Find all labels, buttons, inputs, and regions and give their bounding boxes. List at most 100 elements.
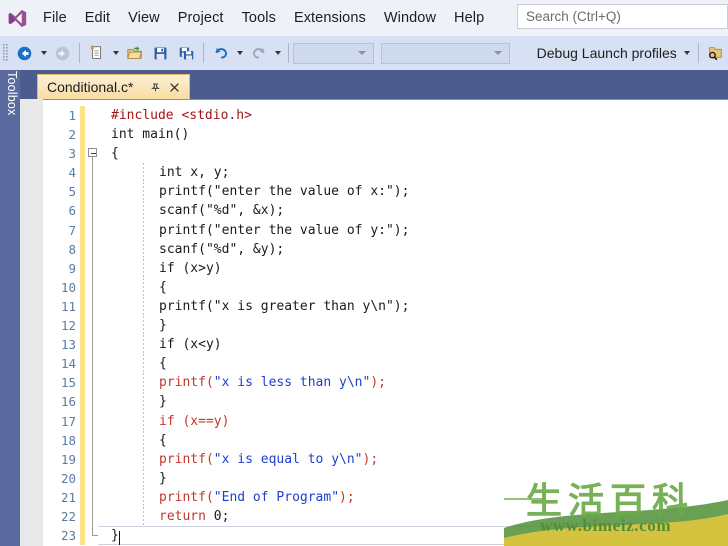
code-line[interactable]: 2 int main()	[43, 125, 728, 145]
fold-column[interactable]	[85, 258, 103, 278]
close-icon[interactable]	[165, 77, 183, 97]
menu-item-tools[interactable]: Tools	[233, 6, 285, 30]
code-text[interactable]: printf("x is less than y\n");	[103, 373, 728, 392]
code-line[interactable]: 4 int x, y;	[43, 163, 728, 183]
code-line[interactable]: 11 printf("x is greater than y\n");	[43, 296, 728, 317]
code-line[interactable]: 1 #include <stdio.h>	[43, 106, 728, 126]
fold-column[interactable]	[85, 430, 103, 450]
fold-column[interactable]	[85, 526, 103, 545]
solution-configuration-dropdown[interactable]	[293, 42, 374, 64]
code-line[interactable]: 3{	[43, 144, 728, 177]
menu-item-extensions[interactable]: Extensions	[285, 6, 375, 30]
fold-column[interactable]	[85, 239, 103, 259]
fold-column[interactable]	[85, 201, 103, 221]
drag-grip-icon[interactable]	[0, 36, 12, 70]
code-text[interactable]: if (x>y)	[103, 259, 728, 278]
code-line[interactable]: 19 printf("x is equal to y\n");	[43, 449, 728, 469]
code-line[interactable]: 14 {	[43, 354, 728, 374]
code-text[interactable]: int x, y;	[103, 163, 728, 182]
save-icon[interactable]	[148, 40, 173, 66]
code-text[interactable]: printf("x is equal to y\n");	[103, 450, 728, 469]
code-line[interactable]: 16}	[43, 392, 728, 412]
toolbox-label[interactable]: Toolbox	[5, 71, 19, 127]
open-file-icon[interactable]	[123, 40, 148, 66]
code-lines-container[interactable]: 1 #include <stdio.h> 2 int main() 3{4 int x, …	[43, 106, 728, 546]
menu-item-project[interactable]: Project	[169, 6, 233, 30]
code-line[interactable]: 12}	[43, 316, 728, 336]
code-text[interactable]: {	[103, 278, 728, 297]
menu-item-window[interactable]: Window	[375, 6, 445, 30]
code-text[interactable]: {	[103, 431, 728, 450]
code-text[interactable]: }	[103, 526, 728, 545]
find-in-folder-icon[interactable]	[702, 40, 727, 66]
redo-icon[interactable]	[246, 40, 271, 66]
fold-column[interactable]	[85, 316, 103, 336]
collapse-region-icon[interactable]	[88, 148, 97, 158]
code-editor[interactable]: 1 #include <stdio.h> 2 int main() 3{4 int x, …	[43, 99, 728, 546]
debug-target-label[interactable]: Debug Launch profiles	[528, 45, 681, 61]
fold-column[interactable]	[85, 487, 103, 507]
navigate-back-dropdown-icon[interactable]	[37, 40, 50, 66]
fold-column[interactable]	[85, 506, 103, 527]
code-line[interactable]: 23}	[43, 526, 728, 546]
document-tab-conditional-c[interactable]: Conditional.c*	[37, 74, 191, 99]
fold-column[interactable]	[85, 125, 103, 144]
code-text[interactable]: }	[103, 316, 728, 335]
code-text[interactable]: if (x<y)	[103, 335, 728, 354]
code-text[interactable]: printf("enter the value of x:");	[103, 182, 728, 201]
code-line[interactable]: 17 if (x==y)	[43, 411, 728, 431]
fold-column[interactable]	[85, 277, 103, 297]
code-line[interactable]: 7 printf("enter the value of y:");	[43, 220, 728, 240]
new-item-icon[interactable]	[84, 40, 109, 66]
code-line[interactable]: 5 printf("enter the value of x:");	[43, 182, 728, 202]
code-line[interactable]: 22 return 0;	[43, 506, 728, 527]
code-line[interactable]: 18 {	[43, 430, 728, 450]
code-text[interactable]: }	[103, 392, 728, 411]
code-text[interactable]: if (x==y)	[103, 412, 728, 431]
code-text[interactable]: printf("enter the value of y:");	[103, 221, 728, 240]
code-line[interactable]: 6 scanf("%d", &x);	[43, 201, 728, 221]
undo-icon[interactable]	[208, 40, 233, 66]
undo-dropdown-icon[interactable]	[233, 40, 246, 66]
menu-item-file[interactable]: File	[34, 6, 76, 30]
fold-column[interactable]	[85, 392, 103, 412]
fold-column[interactable]	[85, 182, 103, 202]
code-text[interactable]: scanf("%d", &y);	[103, 240, 728, 259]
navigate-forward-icon[interactable]	[50, 40, 75, 66]
menu-item-edit[interactable]: Edit	[76, 6, 119, 30]
fold-column[interactable]	[85, 106, 103, 125]
save-all-icon[interactable]	[174, 40, 199, 66]
code-text[interactable]: #include <stdio.h>	[103, 106, 728, 125]
fold-column[interactable]	[85, 373, 103, 393]
code-text[interactable]: int main()	[103, 125, 728, 144]
search-input[interactable]: Search (Ctrl+Q)	[517, 4, 728, 29]
solution-platform-dropdown[interactable]	[380, 42, 511, 64]
toolbox-panel-rail[interactable]: Toolbox	[0, 70, 20, 546]
code-line[interactable]: 13 if (x<y)	[43, 335, 728, 355]
fold-column[interactable]	[85, 296, 103, 317]
code-text[interactable]: {	[103, 354, 728, 373]
code-line[interactable]: 20}	[43, 468, 728, 488]
fold-column[interactable]	[85, 220, 103, 240]
navigate-back-icon[interactable]	[12, 40, 37, 66]
code-line[interactable]: 21 printf("End of Program");	[43, 487, 728, 507]
fold-column[interactable]	[85, 411, 103, 431]
code-line[interactable]: 9 if (x>y)	[43, 258, 728, 278]
code-text[interactable]: printf("x is greater than y\n");	[103, 297, 728, 316]
fold-column[interactable]	[85, 468, 103, 488]
code-line[interactable]: 10 {	[43, 277, 728, 297]
fold-column[interactable]	[85, 144, 103, 177]
code-text[interactable]: return 0;	[103, 507, 728, 526]
code-text[interactable]: {	[103, 144, 728, 163]
code-line[interactable]: 8 scanf("%d", &y);	[43, 239, 728, 259]
code-text[interactable]: scanf("%d", &x);	[103, 201, 728, 220]
fold-column[interactable]	[85, 335, 103, 355]
fold-column[interactable]	[85, 449, 103, 469]
pin-icon[interactable]	[145, 77, 165, 97]
code-text[interactable]: printf("End of Program");	[103, 488, 728, 507]
code-line[interactable]: 15 printf("x is less than y\n");	[43, 373, 728, 393]
code-text[interactable]: }	[103, 469, 728, 488]
fold-column[interactable]	[85, 163, 103, 183]
fold-column[interactable]	[85, 354, 103, 374]
menu-item-view[interactable]: View	[119, 6, 169, 30]
